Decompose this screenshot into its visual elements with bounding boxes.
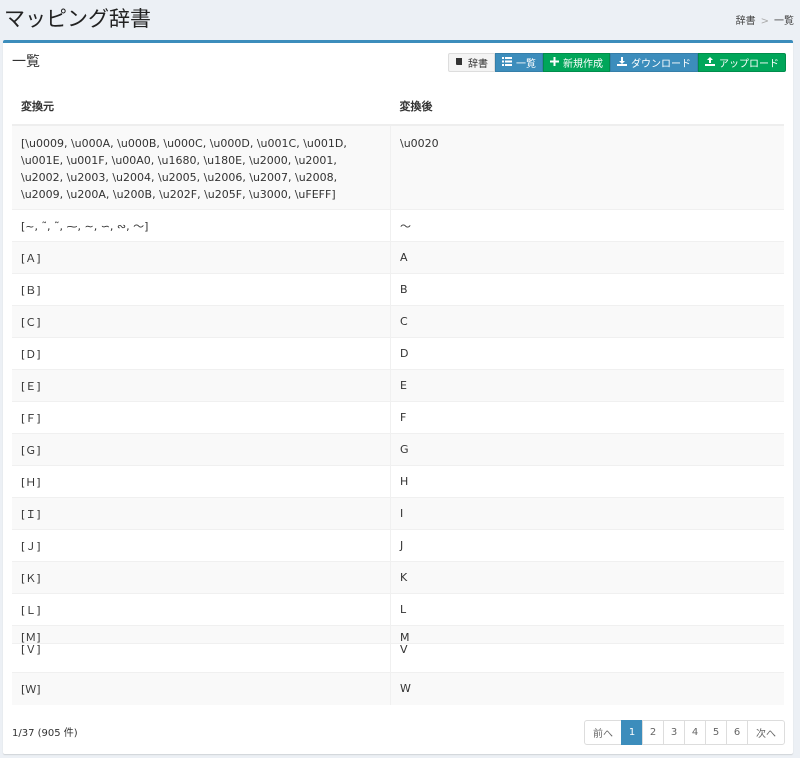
- breadcrumb: 辞書 > 一覧: [736, 12, 794, 27]
- cell-source: [Ｈ]: [12, 465, 391, 498]
- cell-source: [Ｅ]: [12, 369, 391, 402]
- cell-source: [Ｇ]: [12, 433, 391, 466]
- table-row[interactable]: [Ｃ] C: [12, 305, 784, 338]
- cell-source: [~, ˜, ˜, ⁓, ∼, ∽, ∾, 〜]: [12, 209, 391, 242]
- table-row[interactable]: [Ｗ] W: [12, 672, 784, 705]
- cell-source: [\u0009, \u000A, \u000B, \u000C, \u000D,…: [12, 124, 391, 210]
- pagination-page-6[interactable]: 6: [726, 720, 748, 745]
- pagination-page-2[interactable]: 2: [642, 720, 664, 745]
- list-icon: [502, 56, 512, 69]
- table-row[interactable]: [Ｇ] G: [12, 433, 784, 466]
- table-row[interactable]: [Ｄ] D: [12, 337, 784, 370]
- cell-source: [Ｉ]: [12, 497, 391, 530]
- mapping-table: 変換元 変換後 [\u0009, \u000A, \u000B, \u000C,…: [12, 87, 784, 705]
- upload-button[interactable]: アップロード: [698, 53, 786, 72]
- cell-target: D: [390, 337, 784, 370]
- table-row[interactable]: [Ｖ] V: [12, 643, 784, 673]
- cell-target: \u0020: [390, 124, 784, 210]
- cell-target: A: [390, 241, 784, 274]
- table-row[interactable]: [Ｋ] K: [12, 561, 784, 594]
- pagination: 前へ 1 2 3 4 5 6 次へ: [584, 720, 785, 745]
- cell-target: C: [390, 305, 784, 338]
- cell-target: M: [390, 625, 784, 644]
- cell-source: [Ｊ]: [12, 529, 391, 562]
- table-row[interactable]: [Ｈ] H: [12, 465, 784, 498]
- table-row[interactable]: [Ｆ] F: [12, 401, 784, 434]
- cell-source: [Ｖ]: [12, 643, 391, 673]
- toolbar: 辞書 一覧 新規作成 ダウンロード アップロード: [448, 53, 786, 72]
- table-row[interactable]: [Ｉ] I: [12, 497, 784, 530]
- table-row[interactable]: [Ｊ] J: [12, 529, 784, 562]
- dict-button-label: 辞書: [468, 59, 488, 70]
- table-row[interactable]: [~, ˜, ˜, ⁓, ∼, ∽, ∾, 〜] 〜: [12, 209, 784, 242]
- list-button[interactable]: 一覧: [495, 53, 543, 72]
- pagination-page-4[interactable]: 4: [684, 720, 706, 745]
- cell-target: W: [390, 672, 784, 705]
- table-row[interactable]: [Ｍ] M: [12, 625, 784, 644]
- column-header-target: 変換後: [390, 87, 784, 126]
- table-row[interactable]: [Ｅ] E: [12, 369, 784, 402]
- cell-source: [Ｄ]: [12, 337, 391, 370]
- pagination-page-3[interactable]: 3: [663, 720, 685, 745]
- cell-source: [Ｗ]: [12, 672, 391, 705]
- download-button[interactable]: ダウンロード: [610, 53, 698, 72]
- result-count: 1/37 (905 件): [12, 728, 78, 739]
- breadcrumb-separator: >: [760, 16, 769, 27]
- plus-icon: [550, 56, 559, 69]
- table-header-row: 変換元 変換後: [12, 87, 784, 126]
- cell-target: I: [390, 497, 784, 530]
- cell-target: L: [390, 593, 784, 626]
- cell-source: [Ｆ]: [12, 401, 391, 434]
- box-title: 一覧: [12, 54, 40, 70]
- dict-button[interactable]: 辞書: [448, 53, 495, 72]
- pagination-next[interactable]: 次へ: [747, 720, 785, 745]
- table-row[interactable]: [\u0009, \u000A, \u000B, \u000C, \u000D,…: [12, 124, 784, 210]
- pagination-page-1[interactable]: 1: [621, 720, 643, 745]
- table-row[interactable]: [Ａ] A: [12, 241, 784, 274]
- download-button-label: ダウンロード: [631, 59, 691, 70]
- cell-target: G: [390, 433, 784, 466]
- table-row[interactable]: [Ｂ] B: [12, 273, 784, 306]
- download-icon: [617, 56, 627, 69]
- pagination-prev[interactable]: 前へ: [584, 720, 622, 745]
- cell-target: V: [390, 643, 784, 673]
- create-button[interactable]: 新規作成: [543, 53, 610, 72]
- upload-button-label: アップロード: [719, 59, 779, 70]
- pagination-page-5[interactable]: 5: [705, 720, 727, 745]
- cell-target: J: [390, 529, 784, 562]
- cell-target: 〜: [390, 209, 784, 242]
- cell-target: E: [390, 369, 784, 402]
- cell-target: F: [390, 401, 784, 434]
- list-box: 一覧 辞書 一覧 新規作成 ダウンロード アップロード 変換元 変換後 [\u0…: [3, 40, 793, 754]
- cell-source: [Ｂ]: [12, 273, 391, 306]
- breadcrumb-current: 一覧: [774, 16, 794, 27]
- cell-source: [Ａ]: [12, 241, 391, 274]
- cell-source: [Ｍ]: [12, 625, 391, 644]
- cell-source: [Ｃ]: [12, 305, 391, 338]
- cell-target: H: [390, 465, 784, 498]
- upload-icon: [705, 56, 715, 69]
- create-button-label: 新規作成: [563, 59, 603, 70]
- column-header-source: 変換元: [12, 87, 391, 126]
- breadcrumb-dict-link[interactable]: 辞書: [736, 16, 756, 27]
- page-title: マッピング辞書: [4, 7, 151, 31]
- cell-target: K: [390, 561, 784, 594]
- cell-target: B: [390, 273, 784, 306]
- list-button-label: 一覧: [516, 59, 536, 70]
- page-header: マッピング辞書 辞書 > 一覧: [0, 0, 800, 40]
- table-row[interactable]: [Ｌ] L: [12, 593, 784, 626]
- cell-source: [Ｋ]: [12, 561, 391, 594]
- cell-source: [Ｌ]: [12, 593, 391, 626]
- book-icon: [455, 57, 464, 69]
